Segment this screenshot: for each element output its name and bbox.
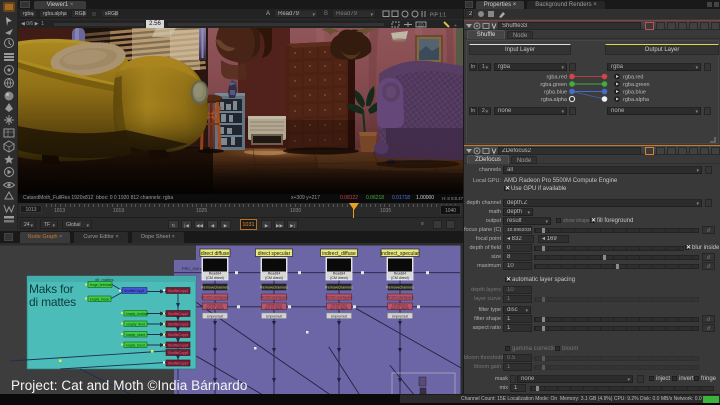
svg-text:red 10 depth: red 10 depth (265, 306, 283, 310)
svg-text:OCIOColorSpace: OCIOColorSpace (260, 296, 287, 300)
svg-text:ShuffleCopy1: ShuffleCopy1 (168, 289, 188, 293)
svg-text:red 10 depth: red 10 depth (391, 306, 409, 310)
svg-text:OCIOColorSpace: OCIOColorSpace (325, 296, 352, 300)
svg-text:PiP 1:1: PiP 1:1 (430, 13, 446, 19)
svg-text:red 10 depth: red 10 depth (330, 306, 348, 310)
svg-text:red 10 depth: red 10 depth (206, 306, 224, 310)
svg-text:OCIOColorSpace: OCIOColorSpace (201, 296, 228, 300)
svg-text:v.kapty_flent: v.kapty_flent (126, 322, 145, 326)
svg-text:ShuffleCopy4: ShuffleCopy4 (168, 333, 188, 337)
svg-text:ShuffleCopy2: ShuffleCopy2 (168, 312, 188, 316)
svg-text:krapty_bortlast: krapty_bortlast (126, 312, 148, 316)
svg-text:Removechannels: Removechannels (325, 286, 353, 290)
svg-text:Removechannels: Removechannels (386, 286, 414, 290)
svg-text:(CM direct): (CM direct) (265, 276, 283, 280)
svg-text:Maks for: Maks for (29, 282, 74, 296)
svg-text:(CM direct): (CM direct) (206, 276, 224, 280)
svg-text:(CM direct): (CM direct) (391, 276, 409, 280)
svg-text:ShuffleCopy5: ShuffleCopy5 (168, 344, 188, 348)
svg-text:indirect_diffuse: indirect_diffuse (322, 251, 356, 257)
svg-text:krapty_block: krapty_block (90, 298, 109, 302)
svg-text:krapty_brent: krapty_brent (126, 343, 145, 347)
svg-text:ShuffleCopy7: ShuffleCopy7 (168, 362, 188, 366)
svg-text:ShuffleCopy6: ShuffleCopy6 (168, 351, 188, 355)
svg-text:indirect_specular: indirect_specular (381, 251, 419, 257)
svg-text:Unpremult: Unpremult (266, 314, 282, 318)
svg-text:Unpremult: Unpremult (207, 314, 223, 318)
svg-text:ShuffleCopy3: ShuffleCopy3 (124, 289, 144, 293)
svg-text:ShuffleCopy3: ShuffleCopy3 (168, 323, 188, 327)
svg-text:direct diffuse: direct diffuse (201, 251, 229, 257)
svg-text:krapty_slomt: krapty_slomt (126, 333, 145, 337)
svg-text:Unpremult: Unpremult (392, 314, 408, 318)
svg-text:(CM direct): (CM direct) (330, 276, 348, 280)
svg-text:Unpremult: Unpremult (331, 314, 347, 318)
svg-text:forge_breclast: forge_breclast (90, 283, 112, 287)
svg-text:Removechannels: Removechannels (260, 286, 288, 290)
svg-text:Removechannels: Removechannels (201, 286, 229, 290)
svg-text:di mattes: di mattes (29, 295, 76, 309)
svg-text:OCIOColorSpace: OCIOColorSpace (386, 296, 413, 300)
svg-text:2D: 2D (418, 23, 425, 28)
svg-text:direct specular: direct specular (258, 251, 291, 257)
